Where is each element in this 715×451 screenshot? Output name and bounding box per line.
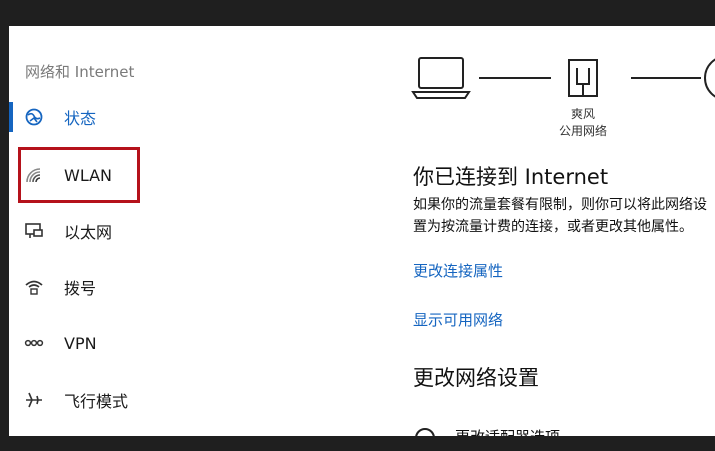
sidebar-item-vpn[interactable]: VPN (9, 326, 199, 360)
dialup-icon (23, 277, 45, 297)
ethernet-icon (23, 221, 45, 241)
status-title: 你已连接到 Internet (413, 165, 609, 189)
router-name: 爽风 (570, 107, 595, 121)
laptop-icon (411, 57, 471, 99)
sidebar-item-dialup[interactable]: 拨号 (9, 270, 199, 304)
sidebar-item-airplane[interactable]: 飞行模式 (9, 383, 199, 417)
sidebar-item-status[interactable]: 状态 (9, 100, 199, 134)
sidebar-item-label: 飞行模式 (64, 392, 129, 411)
sidebar-item-label: 拨号 (64, 279, 97, 298)
change-connection-properties-link[interactable]: 更改连接属性 (413, 260, 503, 281)
globe-icon (704, 58, 715, 98)
vpn-icon (23, 333, 45, 353)
adapter-icon (415, 428, 435, 436)
status-description: 如果你的流量套餐有限制，则你可以将此网络设置为按流量计费的连接，或者更改其他属性… (413, 197, 707, 235)
highlight-box (18, 147, 140, 203)
sidebar-item-label: VPN (64, 333, 97, 353)
settings-window: 网络和 Internet 状态 WLAN 以太网 拨号 VPN 飞行模式 爽风 … (9, 26, 715, 436)
router-network-type: 公用网络 (558, 124, 607, 138)
show-available-networks-link[interactable]: 显示可用网络 (413, 309, 503, 330)
airplane-icon (23, 390, 45, 410)
sidebar-item-label: 以太网 (64, 223, 113, 242)
change-adapter-options-item[interactable]: 更改适配器选项 (415, 426, 715, 436)
router-icon (568, 59, 598, 97)
home-globe-icon (23, 107, 45, 127)
network-diagram: 爽风 公用网络 (409, 50, 715, 150)
change-adapter-options-label: 更改适配器选项 (455, 426, 560, 436)
change-network-settings-title: 更改网络设置 (413, 366, 539, 390)
sidebar-item-label: 状态 (64, 109, 97, 128)
sidebar-item-ethernet[interactable]: 以太网 (9, 214, 199, 248)
sidebar-heading: 网络和 Internet (25, 63, 135, 81)
